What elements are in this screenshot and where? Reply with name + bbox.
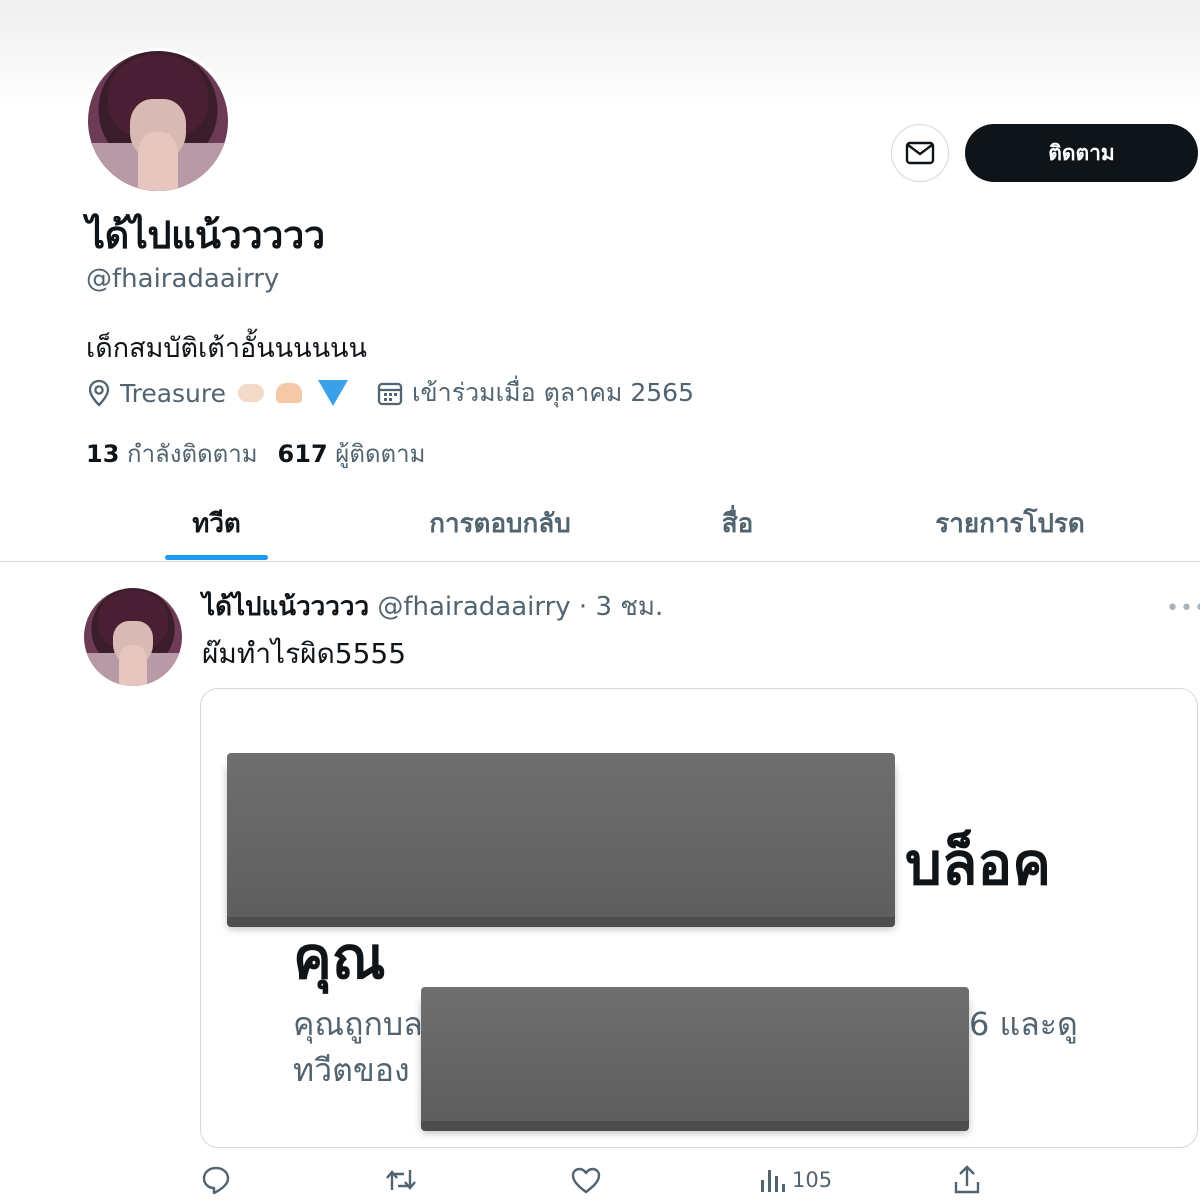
image-text-line4-left: ทวีตของ bbox=[293, 1051, 410, 1089]
reply-button[interactable] bbox=[200, 1160, 232, 1200]
profile-joined: เข้าร่วมเมื่อ ตุลาคม 2565 bbox=[376, 373, 694, 413]
tweet-author-handle[interactable]: @fhairadaairry bbox=[377, 592, 570, 622]
tweet-text: ผ๊มทำไรผิด5555 bbox=[202, 637, 407, 670]
heart-hands-emoji-icon bbox=[276, 383, 303, 403]
joined-text: เข้าร่วมเมื่อ ตุลาคม 2565 bbox=[412, 378, 694, 407]
image-text-line3-right: 6 และดู bbox=[969, 1005, 1078, 1043]
location-pin-icon bbox=[88, 379, 110, 407]
following-stat[interactable]: 13 กำลังติดตาม bbox=[86, 434, 258, 473]
views-chart-icon bbox=[761, 1170, 785, 1192]
gem-emoji-icon bbox=[318, 380, 349, 406]
tweet-actions: 105 bbox=[200, 1160, 1200, 1200]
active-tab-indicator bbox=[165, 555, 268, 560]
tweet-image[interactable]: บล็อค คุณ คุณถูกบล 6 และดู ทวีตของ bbox=[200, 688, 1198, 1148]
profile-meta: Treasure เข้าร่วมเมื่อ ตุลาคม 2565 bbox=[86, 374, 722, 412]
retweet-icon bbox=[386, 1170, 416, 1190]
message-button[interactable] bbox=[891, 124, 949, 182]
reply-icon bbox=[202, 1166, 230, 1195]
profile-avatar[interactable] bbox=[85, 48, 231, 194]
followers-count: 617 bbox=[277, 440, 328, 468]
views-button[interactable]: 105 bbox=[758, 1160, 832, 1200]
profile-display-name: ได้ไปแน้ววววว bbox=[86, 213, 325, 257]
views-count: 105 bbox=[792, 1168, 833, 1192]
image-text-line1: บล็อค bbox=[905, 830, 1051, 898]
calendar-icon bbox=[377, 382, 403, 406]
open-hands-emoji-icon bbox=[238, 384, 265, 402]
profile-bio: เด็กสมบัติเต้าอั้นนนนนน bbox=[86, 333, 367, 364]
mail-icon bbox=[905, 141, 935, 165]
tab-replies[interactable]: การตอบกลับ bbox=[380, 486, 620, 561]
tweet-author-name[interactable]: ได้ไปแน้ววววว bbox=[202, 592, 369, 622]
profile-stats: 13 กำลังติดตาม 617 ผู้ติดตาม bbox=[86, 434, 425, 473]
followers-stat[interactable]: 617 ผู้ติดตาม bbox=[278, 434, 426, 473]
tab-tweets[interactable]: ทวีต bbox=[150, 486, 283, 561]
image-text-line3-left: คุณถูกบล bbox=[293, 1005, 423, 1043]
following-label: กำลังติดตาม bbox=[127, 440, 258, 468]
more-options-icon[interactable]: ••• bbox=[1166, 596, 1200, 621]
tweet-time[interactable]: · 3 ชม. bbox=[579, 592, 663, 622]
image-text-line2: คุณ bbox=[293, 924, 386, 992]
share-icon bbox=[954, 1165, 980, 1194]
tweet-header: ได้ไปแน้ววววว @fhairadaairry · 3 ชม. bbox=[202, 586, 663, 627]
redaction-block-top bbox=[227, 753, 895, 917]
like-button[interactable] bbox=[570, 1160, 602, 1200]
following-count: 13 bbox=[86, 440, 120, 468]
followers-label: ผู้ติดตาม bbox=[335, 440, 426, 468]
heart-icon bbox=[571, 1167, 601, 1194]
follow-button[interactable]: ติดตาม bbox=[965, 124, 1198, 182]
profile-handle: @fhairadaairry bbox=[86, 264, 280, 294]
redaction-block-bottom bbox=[421, 987, 969, 1121]
profile-tabs: ทวีต การตอบกลับ สื่อ รายการโปรด bbox=[0, 486, 1200, 562]
tweet-avatar[interactable] bbox=[84, 588, 182, 686]
tab-media[interactable]: สื่อ bbox=[690, 486, 785, 561]
retweet-button[interactable] bbox=[384, 1160, 418, 1200]
profile-location: Treasure bbox=[86, 378, 349, 408]
share-button[interactable] bbox=[952, 1160, 982, 1200]
location-text: Treasure bbox=[120, 378, 227, 408]
tab-likes[interactable]: รายการโปรด bbox=[900, 486, 1120, 561]
